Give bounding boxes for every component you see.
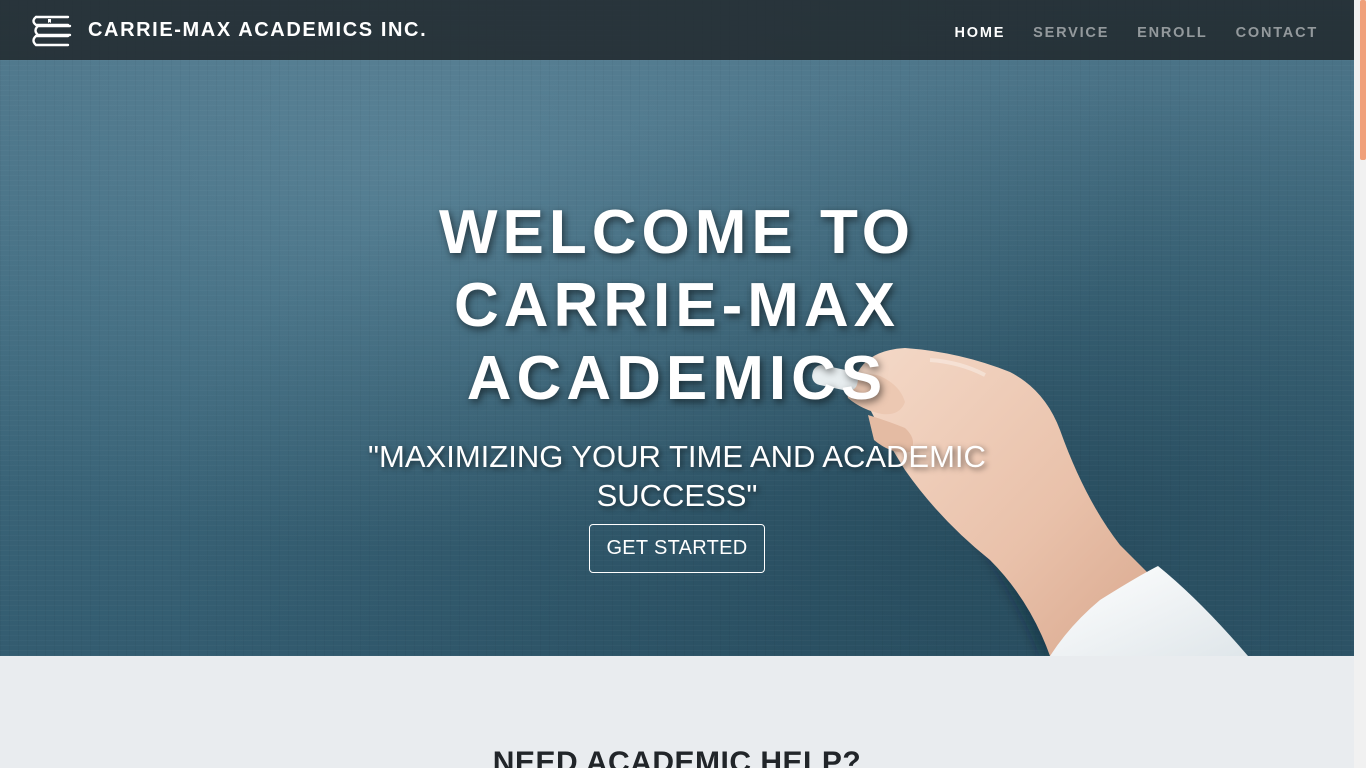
hero-content: WELCOME TO CARRIE-MAX ACADEMICS "MAXIMIZ… (0, 196, 1354, 573)
get-started-button[interactable]: GET STARTED (589, 524, 765, 573)
top-navbar: CARRIE-MAX ACADEMICS INC. HOME SERVICE E… (0, 0, 1354, 60)
hero-title: WELCOME TO CARRIE-MAX ACADEMICS (439, 198, 915, 413)
hero-subtitle: "MAXIMIZING YOUR TIME AND ACADEMIC SUCCE… (368, 439, 986, 513)
nav-home[interactable]: HOME (954, 25, 1005, 41)
scrollbar-thumb[interactable] (1360, 0, 1366, 160)
nav-service[interactable]: SERVICE (1033, 25, 1109, 41)
page-viewport: CARRIE-MAX ACADEMICS INC. HOME SERVICE E… (0, 0, 1354, 768)
brand-link[interactable]: CARRIE-MAX ACADEMICS INC. (30, 13, 427, 47)
section-heading: NEED ACADEMIC HELP? (492, 746, 862, 768)
help-section: NEED ACADEMIC HELP? (0, 656, 1354, 768)
nav-enroll[interactable]: ENROLL (1137, 25, 1207, 41)
brand-name: CARRIE-MAX ACADEMICS INC. (88, 18, 428, 41)
nav-contact[interactable]: CONTACT (1236, 25, 1318, 41)
main-nav: HOME SERVICE ENROLL CONTACT (954, 19, 1318, 41)
hero-section: CARRIE-MAX ACADEMICS INC. HOME SERVICE E… (0, 0, 1354, 656)
books-stack-icon (32, 15, 72, 47)
page-scrollbar[interactable] (1354, 0, 1366, 768)
